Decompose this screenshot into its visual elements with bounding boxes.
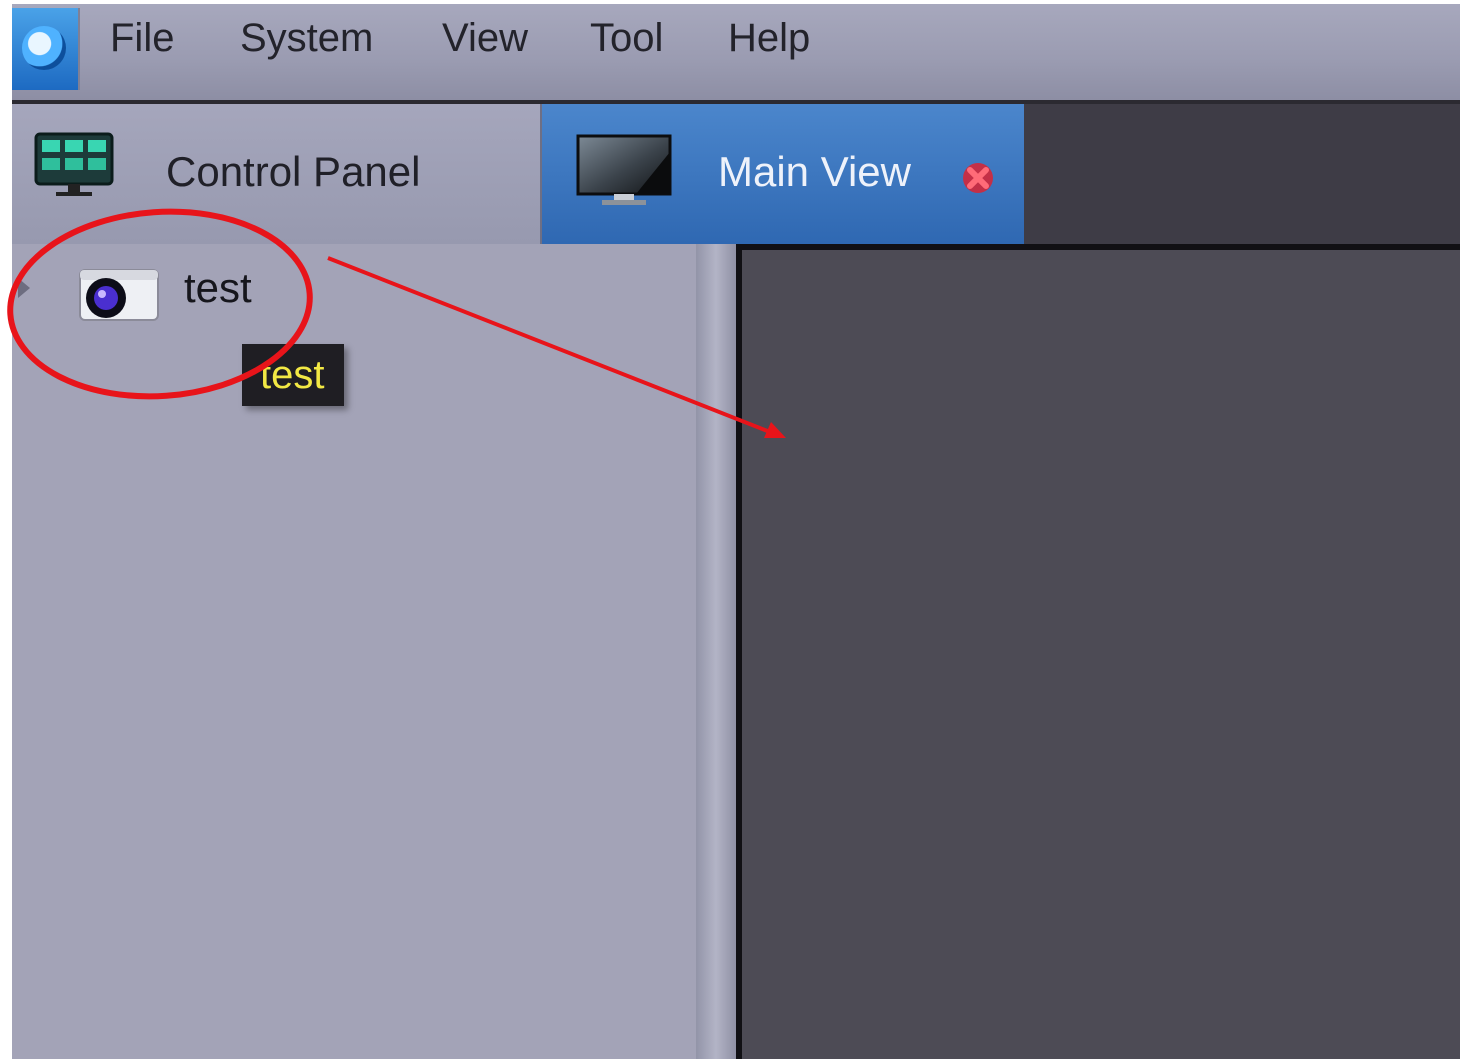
device-tree-panel: test test	[12, 244, 696, 1059]
camera-icon	[79, 269, 159, 321]
menu-file[interactable]: File	[110, 16, 174, 61]
panel-splitter[interactable]	[696, 244, 736, 1059]
menu-system[interactable]: System	[240, 16, 373, 61]
tree-item-label: test	[184, 264, 252, 311]
monitor-icon	[576, 134, 672, 205]
control-panel-icon	[34, 132, 114, 196]
app-logo-ring	[22, 26, 66, 70]
tooltip: test	[242, 344, 345, 406]
tab-control-panel[interactable]: Control Panel	[12, 104, 542, 244]
app-logo-icon[interactable]	[12, 8, 80, 90]
main-view-area[interactable]	[736, 244, 1460, 1059]
menu-help[interactable]: Help	[728, 16, 810, 61]
app-window: File System View Tool Help Control Panel	[12, 4, 1460, 1059]
close-tab-icon[interactable]	[958, 158, 998, 198]
tree-item-test[interactable]: test	[12, 250, 332, 326]
tab-control-panel-label: Control Panel	[166, 148, 421, 195]
tab-main-view-label: Main View	[718, 148, 911, 195]
menu-view[interactable]: View	[442, 16, 528, 61]
tab-bar: Control Panel Main View	[12, 104, 1460, 244]
expand-arrow-icon[interactable]	[18, 278, 30, 298]
tab-main-view[interactable]: Main View	[542, 104, 1024, 244]
menu-bar: File System View Tool Help	[12, 4, 1460, 104]
menu-tool[interactable]: Tool	[590, 16, 663, 61]
